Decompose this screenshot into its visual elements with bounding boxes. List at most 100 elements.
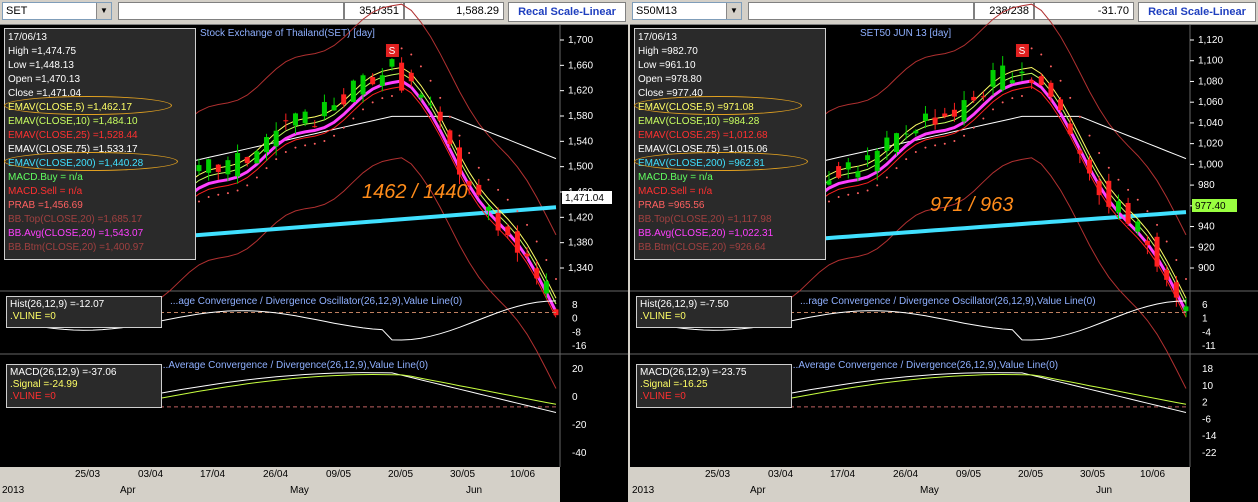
candle-body xyxy=(447,130,453,145)
info-prab: PRAB =965.56 xyxy=(638,200,705,211)
indicator-info-box: 17/06/13 High =1,474.75 Low =1,448.13 Op… xyxy=(4,28,196,260)
info-emav10: EMAV(CLOSE,10) =984.28 xyxy=(638,116,760,127)
prab-dot xyxy=(982,117,985,120)
macd-value: MACD(26,12,9) =-23.75 xyxy=(640,367,747,378)
last-price-label: 977.40 xyxy=(1195,201,1226,212)
date-tick: 10/06 xyxy=(510,469,536,480)
info-low: Low =1,448.13 xyxy=(8,60,74,71)
candle-body xyxy=(1096,180,1102,196)
price-tick-label: 1,660 xyxy=(568,60,593,71)
candle-body xyxy=(457,147,463,175)
candle-body xyxy=(408,72,414,82)
price-tick-label: 920 xyxy=(1198,242,1215,253)
candle-body xyxy=(476,184,482,195)
prab-dot xyxy=(217,193,220,196)
candle-body xyxy=(1000,65,1006,90)
candle-body xyxy=(273,130,279,147)
candle-body xyxy=(980,96,986,98)
highlight-ellipse-emav200 xyxy=(634,152,808,171)
macd-value: MACD(26,12,9) =-37.06 xyxy=(10,367,117,378)
prab-dot xyxy=(352,117,355,120)
prab-dot xyxy=(1001,101,1004,104)
candle-body xyxy=(865,155,871,161)
prab-dot xyxy=(1011,97,1014,100)
macd-tick-label: -14 xyxy=(1202,431,1217,442)
info-bb-btm: BB.Btm(CLOSE,20) =926.64 xyxy=(638,242,766,253)
candle-body xyxy=(1087,159,1093,174)
date-tick: 25/03 xyxy=(705,469,731,480)
hist-tick-label: 0 xyxy=(572,314,578,325)
candle-body xyxy=(1173,282,1179,298)
candle-body xyxy=(971,96,977,101)
prab-dot xyxy=(1175,259,1178,262)
info-bb-avg: BB.Avg(CLOSE,20) =1,022.31 xyxy=(638,228,774,239)
info-emav25: EMAV(CLOSE,25) =1,528.44 xyxy=(8,130,138,141)
prab-dot xyxy=(246,184,249,187)
info-low: Low =961.10 xyxy=(638,60,696,71)
candle-body xyxy=(235,153,241,177)
prab-dot xyxy=(847,193,850,196)
candle-body xyxy=(428,104,434,106)
info-bb-top: BB.Top(CLOSE,20) =1,685.17 xyxy=(8,214,143,225)
macd-vline: .VLINE =0 xyxy=(10,391,56,402)
candle-body xyxy=(437,111,443,121)
hist-vline: .VLINE =0 xyxy=(10,311,56,322)
annotation-text: 971 / 963 xyxy=(930,194,1014,216)
prab-dot xyxy=(895,167,898,170)
date-tick: 03/04 xyxy=(768,469,794,480)
chart-title: SET50 JUN 13 [day] xyxy=(860,28,952,39)
candle-body xyxy=(1019,71,1025,74)
macd-tick-label: -22 xyxy=(1202,448,1217,459)
macd-info-box: MACD(26,12,9) =-37.06 .Signal =-24.99 .V… xyxy=(6,364,162,408)
price-tick-label: 1,120 xyxy=(1198,35,1223,46)
candle-body xyxy=(331,105,337,111)
price-tick-label: 940 xyxy=(1198,222,1215,233)
hist-value: Hist(26,12,9) =-12.07 xyxy=(10,299,105,310)
prab-dot xyxy=(294,146,297,149)
prab-dot xyxy=(876,184,879,187)
annotation-text: 1462 / 1440 xyxy=(362,181,468,203)
prab-dot xyxy=(526,223,529,226)
info-macd-sell: MACD.Sell = n/a xyxy=(638,186,713,197)
prab-dot xyxy=(304,144,307,147)
info-prab: PRAB =1,456.69 xyxy=(8,200,83,211)
price-tick-label: 1,340 xyxy=(568,263,593,274)
month-tick: May xyxy=(920,485,939,496)
hist-tick-label: -11 xyxy=(1202,341,1216,352)
candle-body xyxy=(1154,236,1160,267)
candle-body xyxy=(495,212,501,231)
candle-body xyxy=(1077,150,1083,154)
prab-dot xyxy=(992,108,995,111)
hist-tick-label: -4 xyxy=(1202,327,1211,338)
prab-dot xyxy=(207,196,210,199)
candle-body xyxy=(884,137,890,151)
chart-panel-set: SET ▼ 351/351 1,588.29 Recal Scale-Linear… xyxy=(0,0,628,502)
prab-dot xyxy=(963,134,966,137)
prab-dot xyxy=(333,134,336,137)
prab-dot xyxy=(255,176,258,179)
candle-body xyxy=(1067,123,1073,134)
prab-dot xyxy=(390,94,393,97)
prab-dot xyxy=(1078,115,1081,118)
price-tick-label: 1,500 xyxy=(568,162,593,173)
price-tick-label: 1,580 xyxy=(568,111,593,122)
candle-body xyxy=(254,151,260,164)
candle-body xyxy=(418,94,424,98)
prab-dot xyxy=(953,140,956,143)
candle-body xyxy=(845,162,851,170)
hist-tick-label: -16 xyxy=(572,341,587,352)
hist-title: ...rage Convergence / Divergence Oscilla… xyxy=(800,296,1096,307)
prab-dot xyxy=(477,166,480,169)
candle-body xyxy=(961,100,967,122)
candle-body xyxy=(903,133,909,135)
hist-tick-label: 6 xyxy=(1202,300,1208,311)
prab-dot xyxy=(856,192,859,195)
prab-dot xyxy=(419,65,422,68)
candle-body xyxy=(932,117,938,125)
highlight-ellipse-emav5 xyxy=(634,96,802,115)
highlight-ellipse-emav5 xyxy=(4,96,172,115)
candle-body xyxy=(206,159,212,173)
prab-dot xyxy=(1136,198,1139,201)
date-axis: 25/03 03/04 17/04 26/04 09/05 20/05 30/05 10/06… xyxy=(630,467,1190,502)
hist-vline: .VLINE =0 xyxy=(640,311,686,322)
